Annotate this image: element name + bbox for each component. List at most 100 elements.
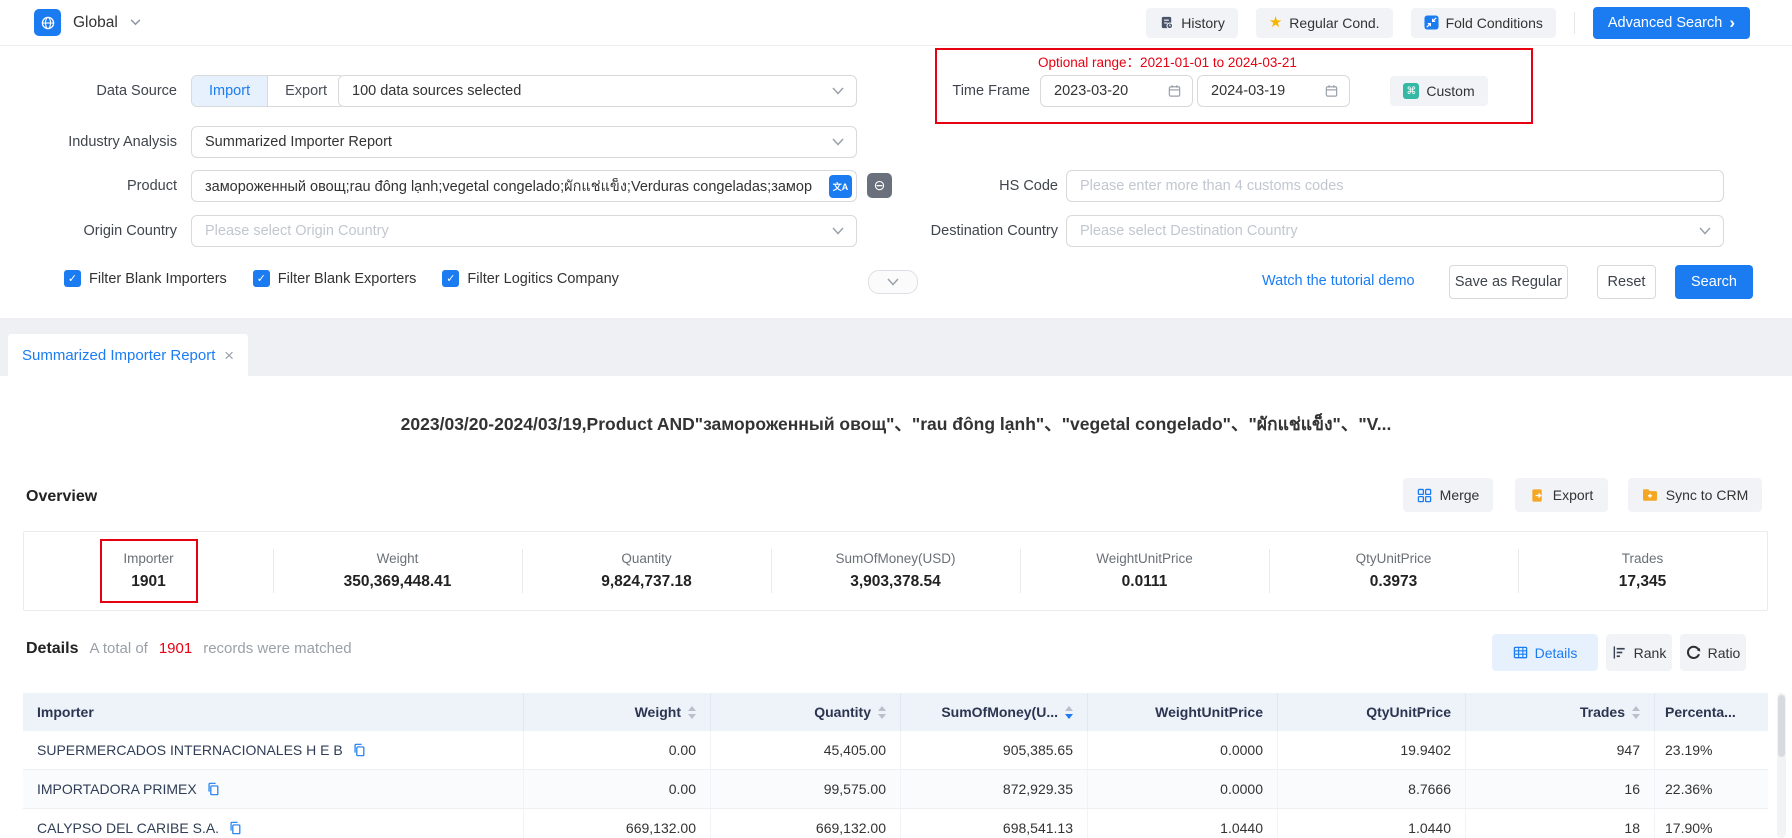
reset-label: Reset (1608, 274, 1646, 290)
column-header-weight[interactable]: Weight (524, 693, 711, 731)
chevron-down-icon (130, 19, 141, 26)
history-icon (1159, 15, 1174, 30)
industry-analysis-select[interactable]: Summarized Importer Report (191, 126, 857, 158)
collapse-conditions-button[interactable] (868, 270, 918, 294)
destination-country-select[interactable]: Please select Destination Country (1066, 215, 1724, 247)
start-date-input[interactable] (1040, 75, 1193, 107)
product-value[interactable] (192, 178, 856, 194)
filter-blank-importers-checkbox[interactable]: ✓ Filter Blank Importers (64, 270, 227, 287)
history-button[interactable]: History (1146, 8, 1238, 38)
stat-value: 350,369,448.41 (344, 573, 452, 591)
close-icon[interactable]: × (224, 347, 234, 364)
column-header-weight-unit-price[interactable]: WeightUnitPrice (1088, 693, 1278, 731)
view-details-button[interactable]: Details (1492, 634, 1598, 671)
fold-conditions-button[interactable]: Fold Conditions (1411, 8, 1556, 38)
hs-code-field[interactable] (1067, 178, 1723, 194)
chevron-down-icon (1699, 227, 1711, 235)
merge-button[interactable]: Merge (1403, 478, 1493, 512)
stat-importer: Importer 1901 (24, 532, 273, 610)
details-heading-row: Details A total of 1901 records were mat… (26, 640, 352, 658)
copy-icon[interactable] (206, 782, 220, 796)
ratio-icon (1686, 645, 1701, 660)
filter-logitics-company-checkbox[interactable]: ✓ Filter Logitics Company (442, 270, 619, 287)
table-icon (1513, 645, 1528, 660)
merge-label: Merge (1440, 487, 1480, 503)
importer-name-link[interactable]: IMPORTADORA PRIMEX (37, 781, 197, 797)
importer-name-link[interactable]: SUPERMERCADOS INTERNACIONALES H E B (37, 742, 343, 758)
stat-weight-unit-price: WeightUnitPrice 0.0111 (1020, 532, 1269, 610)
stat-trades: Trades 17,345 (1518, 532, 1767, 610)
import-toggle[interactable]: Import (192, 76, 267, 106)
stat-label: QtyUnitPrice (1356, 551, 1432, 566)
tutorial-link[interactable]: Watch the tutorial demo (1262, 273, 1415, 289)
sort-icon[interactable] (1632, 706, 1640, 719)
sync-to-crm-button[interactable]: Sync to CRM (1628, 478, 1762, 512)
save-as-regular-button[interactable]: Save as Regular (1449, 265, 1568, 299)
quantity-cell: 99,575.00 (711, 770, 901, 808)
matched-prefix: A total of (89, 640, 147, 657)
overview-stats-card: Importer 1901 Weight 350,369,448.41 Quan… (23, 531, 1768, 611)
checkbox-checked-icon: ✓ (253, 270, 270, 287)
reset-button[interactable]: Reset (1597, 265, 1656, 299)
tab-summarized-importer-report[interactable]: Summarized Importer Report × (8, 334, 248, 376)
weight-unit-price-cell: 0.0000 (1088, 731, 1278, 769)
origin-country-select[interactable]: Please select Origin Country (191, 215, 857, 247)
sum-of-money-cell: 905,385.65 (901, 731, 1088, 769)
calendar-icon (1324, 84, 1339, 99)
topbar-divider (1574, 12, 1575, 34)
matched-count: 1901 (159, 640, 192, 657)
export-icon (1530, 488, 1545, 503)
copy-icon[interactable] (352, 743, 366, 757)
view-rank-button[interactable]: Rank (1606, 634, 1672, 671)
sort-icon[interactable] (688, 706, 696, 719)
column-header-quantity[interactable]: Quantity (711, 693, 901, 731)
trades-cell: 947 (1466, 731, 1655, 769)
view-ratio-button[interactable]: Ratio (1680, 634, 1746, 671)
importer-name-link[interactable]: CALYPSO DEL CARIBE S.A. (37, 820, 219, 836)
percentage-cell: 22.36% (1655, 770, 1768, 808)
column-header-trades[interactable]: Trades (1466, 693, 1655, 731)
column-label: SumOfMoney(U... (941, 704, 1058, 720)
destination-country-label: Destination Country (800, 215, 1058, 247)
hs-code-input[interactable] (1066, 170, 1724, 202)
stat-value: 0.0111 (1122, 573, 1168, 591)
checkbox-checked-icon: ✓ (442, 270, 459, 287)
industry-analysis-value: Summarized Importer Report (192, 134, 426, 150)
stat-value: 17,345 (1619, 573, 1666, 591)
column-header-sum-of-money[interactable]: SumOfMoney(U... (901, 693, 1088, 731)
fold-conditions-label: Fold Conditions (1446, 15, 1543, 31)
column-header-qty-unit-price[interactable]: QtyUnitPrice (1278, 693, 1466, 731)
merge-icon (1417, 488, 1432, 503)
sort-icon[interactable] (878, 706, 886, 719)
end-date-input[interactable] (1197, 75, 1350, 107)
data-sources-value: 100 data sources selected (339, 83, 555, 99)
sum-of-money-cell: 698,541.13 (901, 809, 1088, 838)
data-sources-select[interactable]: 100 data sources selected (338, 75, 857, 107)
stat-label: Trades (1622, 551, 1664, 566)
product-input[interactable]: 文A (191, 170, 857, 202)
qty-unit-price-cell: 8.7666 (1278, 770, 1466, 808)
sort-icon-active-desc[interactable] (1065, 706, 1073, 719)
matched-suffix: records were matched (203, 640, 351, 657)
save-as-regular-label: Save as Regular (1455, 274, 1562, 290)
search-button[interactable]: Search (1675, 265, 1753, 299)
export-button[interactable]: Export (1515, 478, 1608, 512)
arrow-right-icon: › (1729, 14, 1735, 31)
filter-blank-exporters-checkbox[interactable]: ✓ Filter Blank Exporters (253, 270, 417, 287)
checkbox-checked-icon: ✓ (64, 270, 81, 287)
details-heading: Details (26, 640, 78, 658)
history-label: History (1181, 15, 1225, 31)
region-selector[interactable]: Global (34, 9, 141, 36)
scrollbar-thumb[interactable] (1778, 695, 1785, 757)
importer-cell: SUPERMERCADOS INTERNACIONALES H E B (23, 731, 524, 769)
export-toggle[interactable]: Export (267, 76, 344, 106)
column-header-importer[interactable]: Importer (23, 693, 524, 731)
column-label: Weight (635, 704, 681, 720)
qty-unit-price-cell: 19.9402 (1278, 731, 1466, 769)
copy-icon[interactable] (228, 821, 242, 835)
column-header-percentage[interactable]: Percenta... (1655, 693, 1768, 731)
regular-cond-button[interactable]: ★ Regular Cond. (1256, 8, 1393, 38)
advanced-search-button[interactable]: Advanced Search › (1593, 7, 1750, 39)
stat-label: Importer (123, 551, 173, 566)
custom-timeframe-button[interactable]: ⌘ Custom (1390, 76, 1488, 106)
